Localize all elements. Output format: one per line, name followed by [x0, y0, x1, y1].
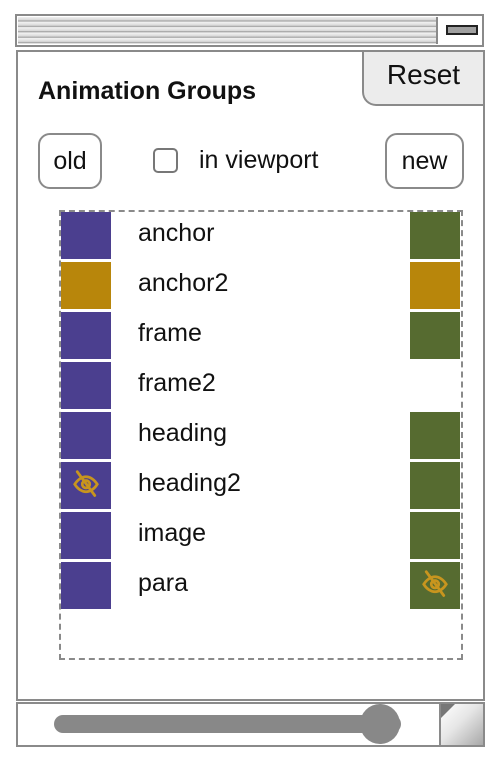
slider-thumb[interactable] [360, 704, 401, 744]
slider-track[interactable] [54, 704, 401, 744]
new-swatch[interactable] [410, 412, 460, 459]
group-name: para [138, 569, 189, 597]
bottom-bar [16, 702, 485, 747]
new-swatch[interactable] [410, 512, 460, 559]
old-swatch[interactable] [61, 512, 111, 559]
new-swatch[interactable] [410, 262, 460, 309]
group-row[interactable]: anchor2 [61, 262, 461, 312]
minimize-button[interactable] [438, 16, 482, 45]
group-row[interactable]: frame2 [61, 362, 461, 412]
group-name: image [138, 519, 207, 547]
old-swatch[interactable] [61, 562, 111, 609]
group-row[interactable]: image [61, 512, 461, 562]
old-swatch[interactable] [61, 262, 111, 309]
animation-groups-panel: Reset Animation Groups old in viewport n… [16, 50, 485, 701]
group-row[interactable]: para [61, 562, 461, 612]
group-name: anchor2 [138, 269, 229, 297]
title-bar-drag-handle[interactable] [18, 17, 438, 44]
in-viewport-label: in viewport [199, 146, 319, 174]
group-row[interactable]: frame [61, 312, 461, 362]
resize-handle-icon[interactable] [439, 704, 483, 745]
eye-slash-icon [420, 568, 450, 603]
group-name: frame [138, 319, 202, 347]
new-swatch[interactable] [410, 312, 460, 359]
old-swatch[interactable] [61, 362, 111, 409]
group-row[interactable]: heading2 [61, 462, 461, 512]
old-swatch[interactable] [61, 312, 111, 359]
new-swatch[interactable] [410, 462, 460, 509]
new-button[interactable]: new [385, 133, 464, 189]
new-swatch[interactable] [410, 362, 460, 409]
new-swatch[interactable] [410, 212, 460, 259]
group-name: heading2 [138, 469, 241, 497]
group-row[interactable]: anchor [61, 212, 461, 262]
in-viewport-checkbox[interactable] [153, 148, 178, 173]
old-swatch[interactable] [61, 412, 111, 459]
group-name: heading [138, 419, 227, 447]
group-row[interactable]: heading [61, 412, 461, 462]
animation-group-list: anchor anchor2 frame frame2 heading heading2 i… [59, 210, 463, 660]
group-name: frame2 [138, 369, 216, 397]
old-swatch[interactable] [61, 462, 111, 509]
title-bar[interactable] [15, 14, 484, 47]
old-button[interactable]: old [38, 133, 102, 189]
new-swatch[interactable] [410, 562, 460, 609]
group-name: anchor [138, 219, 215, 247]
old-swatch[interactable] [61, 212, 111, 259]
in-viewport-toggle[interactable]: in viewport [153, 146, 319, 175]
minimize-icon [446, 25, 478, 35]
panel-title: Animation Groups [38, 77, 257, 105]
eye-slash-icon [71, 468, 101, 503]
reset-button[interactable]: Reset [362, 52, 483, 106]
